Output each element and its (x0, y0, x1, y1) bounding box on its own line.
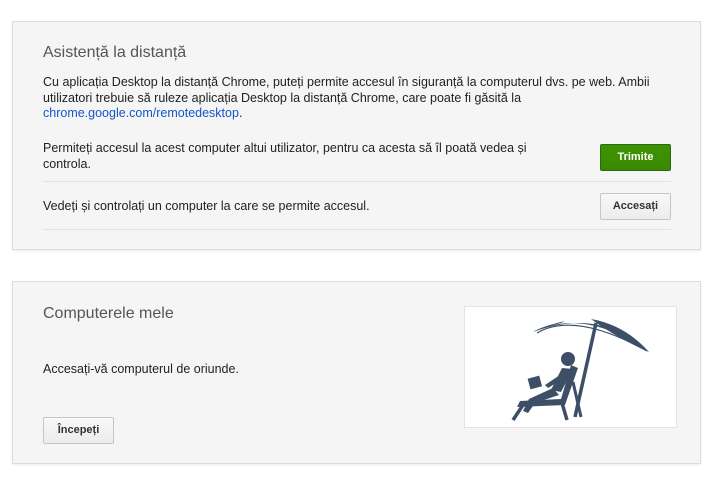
my-computers-description: Accesați-vă computerul de oriunde. (43, 362, 239, 376)
share-button[interactable]: Trimite (600, 144, 671, 171)
remote-assistance-intro: Cu aplicația Desktop la distanță Chrome,… (43, 75, 663, 122)
access-row: Vedeți și controlați un computer la care… (43, 182, 671, 230)
share-row: Permiteți accesul la acest computer altu… (43, 134, 671, 182)
remote-assistance-title: Asistență la distanță (43, 44, 187, 61)
my-computers-title: Computerele mele (43, 305, 174, 322)
remotedesktop-link[interactable]: chrome.google.com/remotedesktop (43, 106, 239, 120)
start-button[interactable]: Începeți (43, 417, 114, 444)
access-description: Vedeți și controlați un computer la care… (43, 199, 370, 213)
my-computers-card: Computerele mele Accesați-vă computerul … (12, 281, 701, 464)
intro-text: Cu aplicația Desktop la distanță Chrome,… (43, 75, 650, 105)
access-button[interactable]: Accesați (600, 193, 671, 220)
beach-umbrella-laptop-illustration (464, 306, 677, 428)
intro-end: . (238, 106, 243, 120)
remote-assistance-card: Asistență la distanță Cu aplicația Deskt… (12, 21, 701, 250)
beach-umbrella-icon (511, 319, 649, 421)
share-description: Permiteți accesul la acest computer altu… (43, 141, 527, 171)
